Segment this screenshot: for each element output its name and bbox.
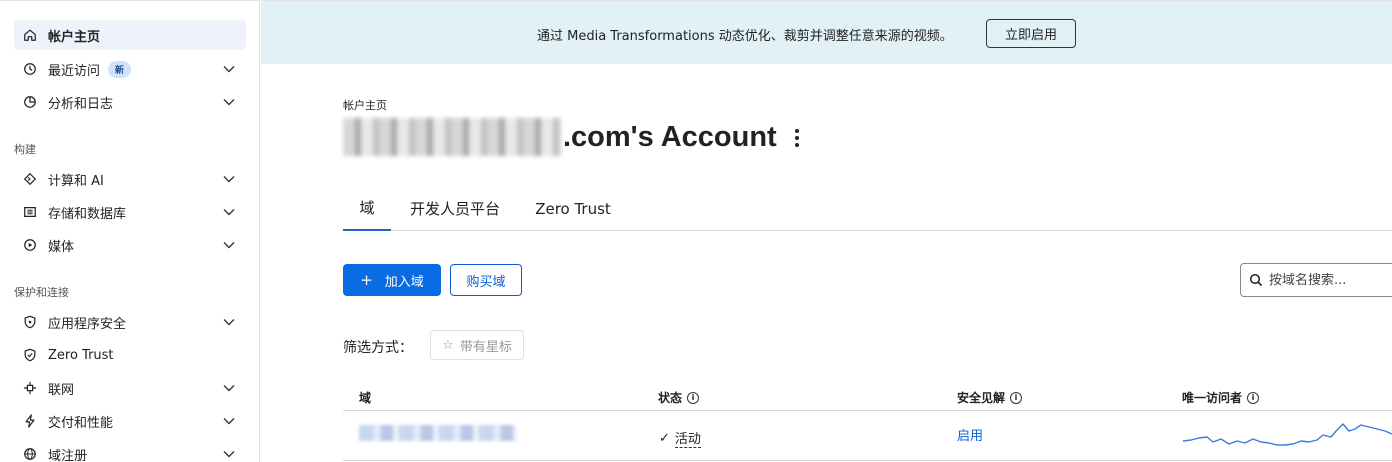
table-header: 域 状态 i 安全见解 i 唯一访问者 i — [343, 381, 1392, 411]
shield-icon — [22, 314, 38, 330]
add-domain-button[interactable]: + 加入域 — [343, 264, 441, 296]
sidebar-item-media[interactable]: 媒体 — [14, 230, 246, 260]
search-icon — [1249, 273, 1263, 287]
breadcrumb[interactable]: 帐户主页 — [343, 97, 387, 113]
bolt-icon — [22, 413, 38, 429]
sidebar-item-account-home[interactable]: 帐户主页 — [14, 20, 246, 50]
banner-text: 通过 Media Transformations 动态优化、裁剪并调整任意来源的… — [537, 29, 953, 44]
sidebar-item-label: 联网 — [48, 382, 75, 398]
sidebar-item-analytics[interactable]: 分析和日志 — [14, 87, 246, 117]
sidebar-item-storage[interactable]: 存储和数据库 — [14, 197, 246, 227]
redacted-account-name — [343, 118, 561, 156]
sidebar-item-domain-registration[interactable]: 域注册 — [14, 439, 246, 462]
add-domain-label: 加入域 — [384, 274, 424, 290]
redacted-domain-link[interactable] — [359, 425, 517, 441]
sidebar-item-networking[interactable]: 联网 — [14, 373, 246, 403]
filter-label: 筛选方式： — [343, 340, 413, 356]
column-header-label: 唯一访问者 — [1182, 391, 1243, 405]
info-icon[interactable]: i — [687, 391, 700, 404]
column-header-domain[interactable]: 域 — [359, 389, 371, 406]
chevron-down-icon[interactable] — [222, 205, 236, 219]
info-icon[interactable]: i — [1247, 391, 1260, 404]
play-circle-icon — [22, 237, 38, 253]
star-icon: ☆ — [442, 337, 454, 353]
column-header-label: 状态 — [658, 391, 683, 405]
account-title-suffix: .com's Account — [563, 120, 777, 153]
zero-trust-icon — [22, 347, 38, 363]
sidebar-item-label: 交付和性能 — [48, 415, 114, 431]
starred-filter-label: 带有星标 — [459, 339, 512, 355]
column-header-status[interactable]: 状态 i — [658, 389, 700, 406]
column-header-label: 安全见解 — [957, 391, 1006, 405]
chart-pie-icon — [22, 94, 38, 110]
chevron-down-icon[interactable] — [222, 172, 236, 186]
promo-banner: 通过 Media Transformations 动态优化、裁剪并调整任意来源的… — [261, 0, 1392, 64]
chevron-down-icon[interactable] — [222, 95, 236, 109]
chevron-down-icon[interactable] — [222, 315, 236, 329]
sidebar: 帐户主页 最近访问 新 分析和日志 构建 计算和 AI 存储和数据库 媒体 保护… — [0, 0, 260, 462]
tab-bar: 域 开发人员平台 Zero Trust — [343, 186, 1392, 231]
sidebar-item-recent[interactable]: 最近访问 新 — [14, 54, 246, 84]
buy-domain-button[interactable]: 购买域 — [450, 264, 522, 296]
tab-domains[interactable]: 域 — [343, 186, 391, 231]
page-title: .com's Account — [343, 118, 777, 156]
chevron-down-icon[interactable] — [222, 238, 236, 252]
column-header-unique-visitors[interactable]: 唯一访问者 i — [1182, 389, 1260, 406]
plus-icon: + — [360, 271, 373, 289]
section-title-build: 构建 — [14, 143, 36, 156]
sidebar-item-label: Zero Trust — [48, 347, 114, 363]
info-icon[interactable]: i — [1010, 391, 1023, 404]
column-header-security-insights[interactable]: 安全见解 i — [957, 389, 1023, 406]
status-cell: ✓ 活动 — [659, 428, 701, 448]
tab-developer-platform[interactable]: 开发人员平台 — [405, 186, 505, 231]
table-row[interactable]: ✓ 活动 启用 — [343, 411, 1392, 461]
new-badge: 新 — [108, 60, 132, 78]
sidebar-item-label: 应用程序安全 — [48, 316, 127, 332]
sidebar-item-delivery[interactable]: 交付和性能 — [14, 406, 246, 436]
sidebar-item-app-security[interactable]: 应用程序安全 — [14, 307, 246, 337]
code-diamond-icon — [22, 171, 38, 187]
check-icon: ✓ — [659, 430, 670, 446]
security-insights-link[interactable]: 启用 — [957, 425, 983, 444]
globe-icon — [22, 446, 38, 462]
section-title-protect: 保护和连接 — [14, 286, 69, 299]
sidebar-item-label: 计算和 AI — [48, 173, 104, 189]
more-options-icon[interactable] — [791, 128, 803, 148]
column-header-label: 域 — [359, 391, 372, 405]
sidebar-item-label: 存储和数据库 — [48, 206, 127, 222]
chevron-down-icon[interactable] — [222, 62, 236, 76]
starred-filter-button[interactable]: ☆ 带有星标 — [430, 330, 524, 360]
sidebar-item-label: 域注册 — [48, 448, 88, 462]
sidebar-item-label: 媒体 — [48, 239, 75, 255]
clock-icon — [22, 61, 38, 77]
chevron-down-icon[interactable] — [222, 381, 236, 395]
enable-now-button[interactable]: 立即启用 — [986, 19, 1076, 48]
visitors-sparkline — [1183, 423, 1392, 446]
sidebar-item-label: 最近访问 — [48, 63, 101, 79]
sidebar-item-compute-ai[interactable]: 计算和 AI — [14, 164, 246, 194]
tab-zero-trust[interactable]: Zero Trust — [533, 186, 613, 231]
network-icon — [22, 380, 38, 396]
domain-search[interactable] — [1240, 263, 1392, 297]
storage-icon — [22, 204, 38, 220]
chevron-down-icon[interactable] — [222, 414, 236, 428]
sidebar-item-zero-trust[interactable]: Zero Trust — [14, 340, 246, 370]
search-input[interactable] — [1269, 272, 1389, 288]
sidebar-item-label: 帐户主页 — [48, 29, 101, 45]
sidebar-item-label: 分析和日志 — [48, 96, 114, 112]
home-icon — [22, 27, 38, 43]
chevron-down-icon[interactable] — [222, 447, 236, 461]
status-text[interactable]: 活动 — [674, 428, 701, 448]
